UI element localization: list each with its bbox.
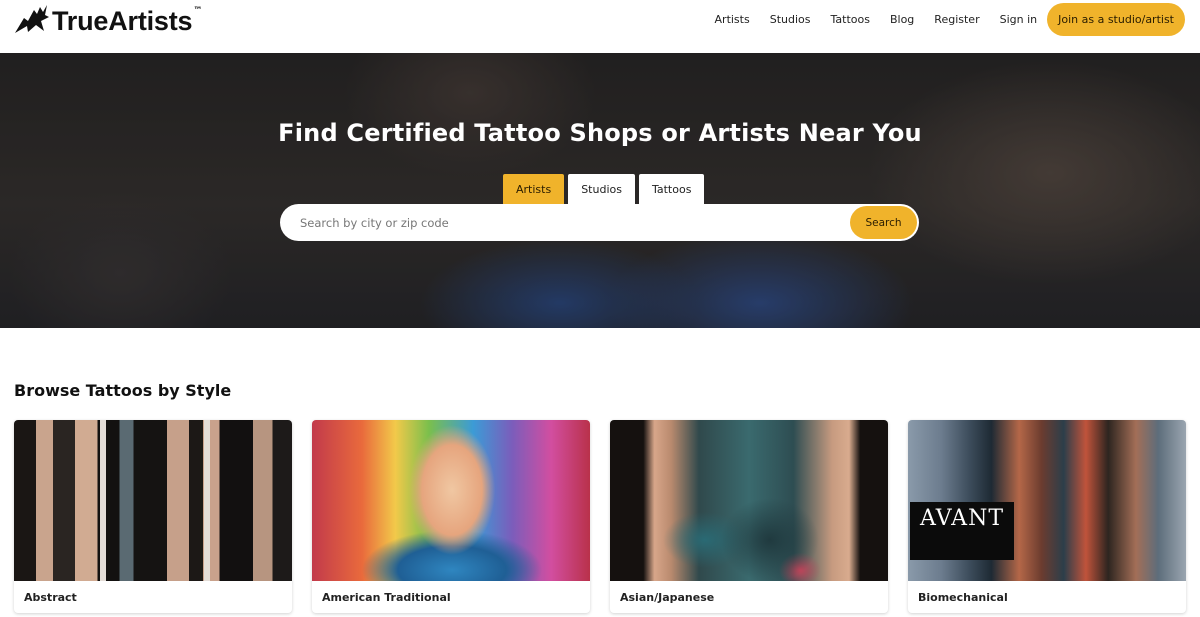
avant-overlay-text: AVANT: [910, 502, 1014, 560]
nav-register[interactable]: Register: [934, 13, 979, 26]
site-header: TrueArtists ™ Artists Studios Tattoos Bl…: [0, 0, 1200, 53]
hero-title: Find Certified Tattoo Shops or Artists N…: [278, 119, 922, 147]
tab-artists[interactable]: Artists: [503, 174, 565, 205]
search-bar: Search: [280, 204, 919, 241]
tab-tattoos[interactable]: Tattoos: [638, 174, 705, 205]
nav-artists[interactable]: Artists: [715, 13, 750, 26]
card-image: [14, 420, 292, 581]
logo[interactable]: TrueArtists ™: [14, 4, 202, 38]
style-card-abstract[interactable]: Abstract: [14, 420, 292, 613]
nav-studios[interactable]: Studios: [770, 13, 811, 26]
style-card-biomechanical[interactable]: AVANT Biomechanical: [908, 420, 1186, 613]
card-image: AVANT: [908, 420, 1186, 581]
card-image: [312, 420, 590, 581]
join-studio-artist-button[interactable]: Join as a studio/artist: [1047, 3, 1185, 36]
logo-mark-icon: [14, 4, 50, 38]
card-image: [610, 420, 888, 581]
tab-studios[interactable]: Studios: [568, 174, 635, 205]
card-label: American Traditional: [322, 591, 451, 604]
nav-blog[interactable]: Blog: [890, 13, 914, 26]
nav-sign-in[interactable]: Sign in: [1000, 13, 1038, 26]
style-card-american-traditional[interactable]: American Traditional: [312, 420, 590, 613]
style-card-grid: Abstract American Traditional Asian/Japa…: [14, 420, 1186, 613]
image-divider: [100, 420, 106, 581]
search-button[interactable]: Search: [850, 206, 917, 239]
search-input[interactable]: [280, 204, 850, 241]
hero-banner: Find Certified Tattoo Shops or Artists N…: [0, 53, 1200, 328]
logo-trademark: ™: [193, 6, 203, 16]
logo-text: TrueArtists: [52, 5, 193, 36]
card-label: Biomechanical: [918, 591, 1008, 604]
style-card-asian-japanese[interactable]: Asian/Japanese: [610, 420, 888, 613]
card-label: Abstract: [24, 591, 77, 604]
search-type-tabs: Artists Studios Tattoos: [503, 174, 708, 205]
main-nav: Artists Studios Tattoos Blog Register Si…: [695, 3, 1185, 36]
card-label: Asian/Japanese: [620, 591, 715, 604]
nav-tattoos[interactable]: Tattoos: [831, 13, 870, 26]
image-divider: [204, 420, 210, 581]
section-title: Browse Tattoos by Style: [14, 381, 232, 400]
